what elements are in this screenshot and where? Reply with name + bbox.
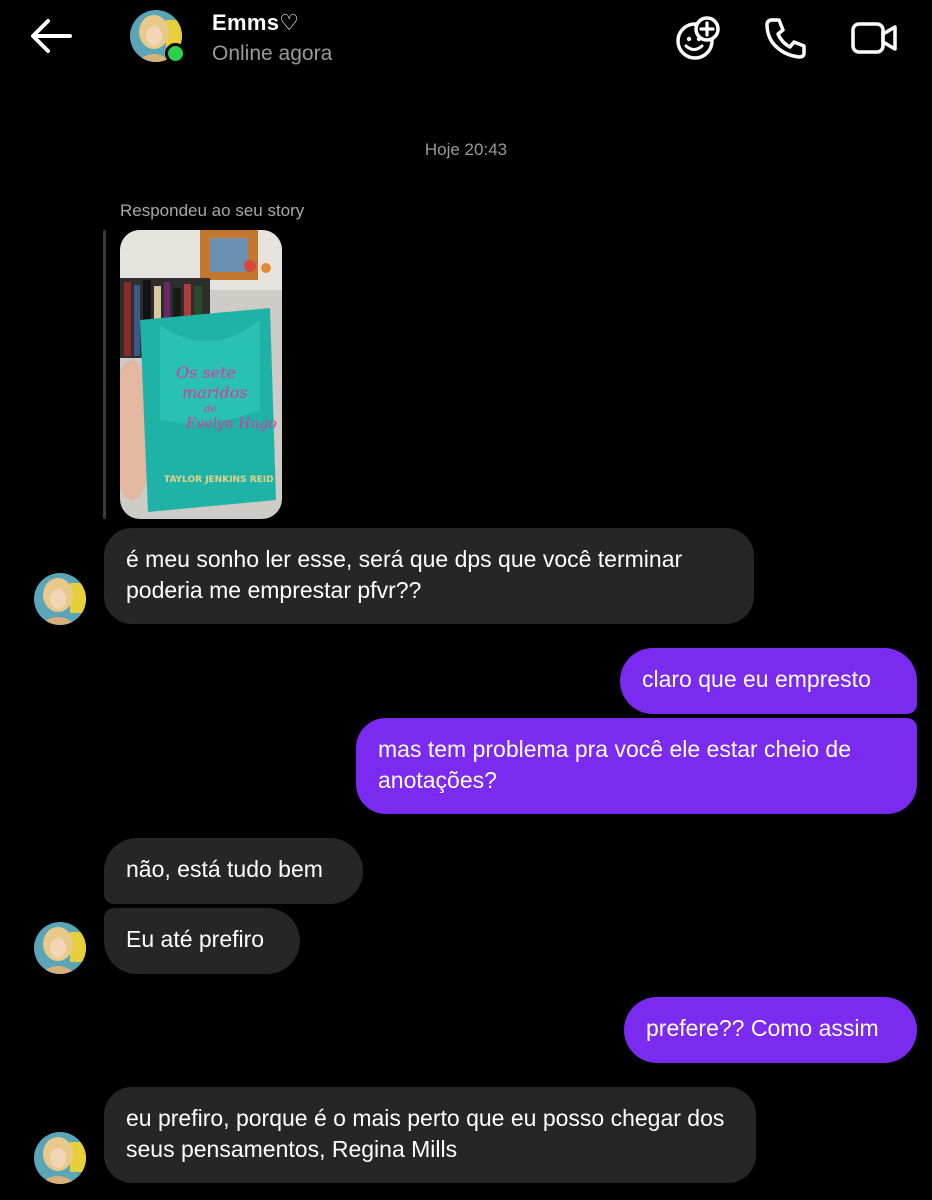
chat-header: Emms♡ Online agora — [0, 0, 932, 80]
video-camera-icon[interactable] — [850, 14, 898, 62]
story-reply-caption: Respondeu ao seu story — [120, 201, 305, 220]
message-outgoing[interactable]: mas tem problema pra você ele estar chei… — [356, 718, 917, 814]
svg-text:TAYLOR JENKINS REID: TAYLOR JENKINS REID — [164, 475, 274, 485]
svg-text:maridos: maridos — [182, 383, 248, 402]
add-sticker-icon[interactable] — [674, 14, 722, 62]
svg-text:de: de — [204, 404, 216, 415]
online-indicator — [165, 43, 186, 64]
contact-status: Online agora — [212, 42, 333, 65]
message-incoming[interactable]: não, está tudo bem — [104, 838, 363, 904]
conversation-timestamp: Hoje 20:43 — [424, 140, 508, 159]
story-reply-bar — [103, 230, 106, 519]
story-thumbnail[interactable]: Os sete maridos de Evelyn Hugo TAYLOR JE… — [120, 230, 282, 519]
message-incoming[interactable]: eu prefiro, porque é o mais perto que eu… — [104, 1087, 756, 1183]
message-incoming[interactable]: Eu até prefiro — [104, 908, 300, 974]
phone-icon[interactable] — [762, 14, 810, 62]
message-incoming[interactable]: é meu sonho ler esse, será que dps que v… — [104, 528, 754, 624]
message-outgoing[interactable]: claro que eu empresto — [620, 648, 917, 714]
svg-text:Evelyn Hugo: Evelyn Hugo — [185, 416, 277, 432]
contact-name[interactable]: Emms♡ — [212, 10, 299, 36]
contact-avatar-small[interactable] — [34, 922, 86, 974]
message-outgoing[interactable]: prefere?? Como assim — [624, 997, 917, 1063]
arrow-left-icon[interactable] — [26, 14, 76, 58]
contact-avatar-small[interactable] — [34, 1132, 86, 1184]
svg-text:Os sete: Os sete — [176, 363, 236, 382]
contact-avatar-small[interactable] — [34, 573, 86, 625]
